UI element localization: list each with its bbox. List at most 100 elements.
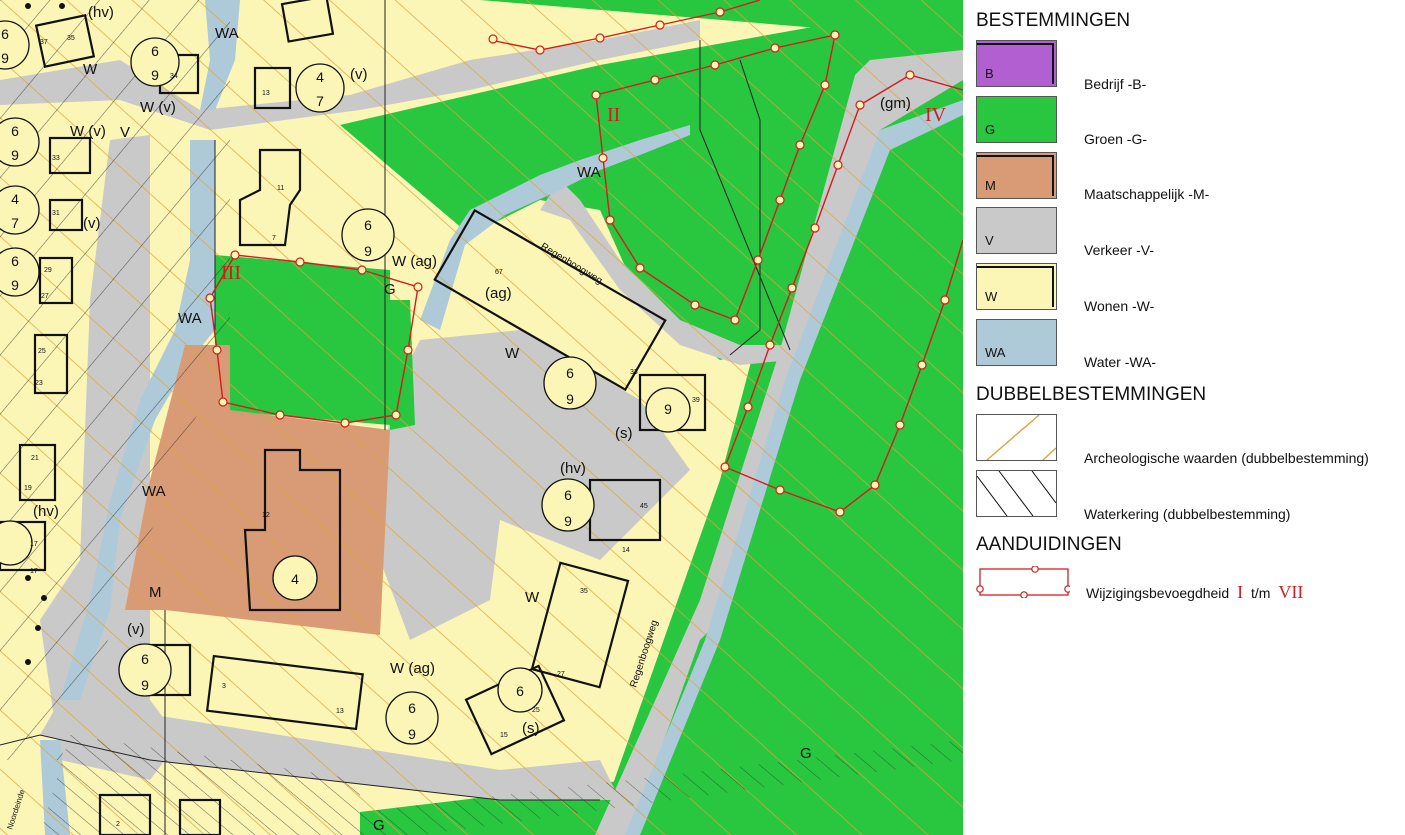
svg-text:6: 6 [516,683,524,699]
legend-swatch-bedrijf: B [976,40,1057,87]
legend-wijziging-to: VII [1278,582,1304,602]
label-g-2: G [800,745,812,762]
legend-swatch-waterkering [976,470,1057,517]
label-w-ag-1: W (ag) [392,253,437,270]
label-w-ag-2: W (ag) [390,660,435,677]
svg-text:6: 6 [1,26,9,42]
svg-text:12: 12 [262,512,270,519]
svg-text:4: 4 [291,571,299,587]
label-w-3: W [525,589,540,606]
marker-iv: IV [925,104,947,126]
svg-text:17: 17 [30,568,38,575]
zoning-map[interactable]: 6 9 6 9 4 7 6 9 4 7 6 9 6 9 6 9 9 6 9 4 6 9 6 9 6 W… [0,0,963,835]
label-wa-1: WA [215,25,239,42]
legend-code-water: WA [985,345,1006,360]
legend-label-maatschappelijk: Maatschappelijk -M- [1084,186,1210,202]
label-wa-3: WA [178,310,202,327]
svg-text:6: 6 [151,43,159,59]
map-legend: BESTEMMINGEN B Bedrijf -B- G Groen -G- M… [963,0,1405,835]
label-v-par-1: (v) [350,66,368,83]
svg-text:17: 17 [30,541,38,548]
svg-text:4: 4 [11,191,19,207]
svg-text:14: 14 [622,547,630,554]
svg-text:19: 19 [24,485,32,492]
label-m-1: M [149,584,162,601]
svg-text:15: 15 [500,732,508,739]
label-g-1: G [384,281,396,298]
svg-text:11: 11 [277,185,284,192]
svg-text:7: 7 [11,215,19,231]
legend-heading-aanduidingen: AANDUIDINGEN [976,534,1122,555]
svg-text:9: 9 [11,147,19,163]
legend-code-bedrijf: B [985,66,994,81]
svg-text:33: 33 [52,155,60,162]
label-v-par-2: (v) [83,215,101,232]
legend-code-groen: G [985,122,996,137]
legend-code-verkeer: V [985,233,994,248]
svg-text:34: 34 [170,73,178,80]
svg-text:9: 9 [151,67,159,83]
svg-text:6: 6 [11,253,19,269]
legend-heading-dubbel: DUBBELBESTEMMINGEN [976,384,1207,405]
svg-text:6: 6 [11,123,19,139]
legend-label-wonen: Wonen -W- [1084,298,1155,314]
svg-text:6: 6 [364,217,372,233]
legend-swatch-wonen: W [976,263,1057,310]
label-wa-4: WA [142,483,166,500]
legend-code-maatschappelijk: M [985,178,996,193]
svg-text:9: 9 [1,50,9,66]
legend-swatch-groen: G [976,96,1057,143]
svg-text:39: 39 [692,397,700,404]
svg-text:6: 6 [566,365,574,381]
svg-text:13: 13 [336,708,344,715]
legend-heading-bestemmingen: BESTEMMINGEN [976,10,1131,31]
legend-label-groen: Groen -G- [1084,131,1148,147]
svg-text:4: 4 [316,69,324,85]
legend-code-wonen: W [985,289,998,304]
svg-text:9: 9 [11,277,19,293]
svg-text:25: 25 [38,348,46,355]
legend-swatch-water: WA [976,319,1057,366]
svg-text:37: 37 [40,39,48,46]
legend-label-archeologie: Archeologische waarden (dubbelbestemming… [1084,450,1369,466]
label-v-1: V [120,124,130,141]
label-hv-3: (hv) [33,503,59,520]
svg-text:7: 7 [272,235,276,242]
label-s-2: (s) [522,720,540,737]
svg-text:27: 27 [557,671,565,678]
svg-text:33: 33 [630,369,638,376]
legend-swatch-maatschappelijk: M [976,152,1057,199]
label-w-1: W [83,61,98,78]
svg-text:31: 31 [52,210,60,217]
svg-text:45: 45 [640,503,648,510]
svg-text:3: 3 [222,683,226,690]
marker-ii: II [607,104,620,126]
svg-text:2: 2 [116,821,120,828]
label-hv-1: (hv) [88,4,114,21]
svg-text:6: 6 [408,700,416,716]
svg-text:7: 7 [316,93,324,109]
legend-label-water: Water -WA- [1084,354,1157,370]
legend-wijziging-sep: t/m [1250,585,1271,601]
legend-wijziging-from: I [1237,582,1244,602]
svg-text:35: 35 [67,35,75,42]
svg-text:23: 23 [35,380,43,387]
label-s-1: (s) [615,425,633,442]
svg-text:27: 27 [41,293,49,300]
label-ag-1: (ag) [485,285,512,302]
label-v-par-3: (v) [127,621,145,638]
label-w-v-2: W (v) [70,123,106,140]
legend-label-waterkering: Waterkering (dubbelbestemming) [1084,506,1291,522]
label-w-v-1: W (v) [140,99,176,116]
legend-label-bedrijf: Bedrijf -B- [1084,76,1147,92]
label-gm-1: (gm) [880,95,911,112]
svg-text:9: 9 [408,726,416,742]
legend-label-verkeer: Verkeer -V- [1084,242,1155,258]
label-w-2: W [505,345,520,362]
svg-text:9: 9 [141,677,149,693]
svg-text:6: 6 [141,651,149,667]
svg-text:9: 9 [566,391,574,407]
label-g-3: G [373,817,385,834]
legend-swatch-wijziging [976,565,1072,599]
label-wa-2: WA [577,164,601,181]
